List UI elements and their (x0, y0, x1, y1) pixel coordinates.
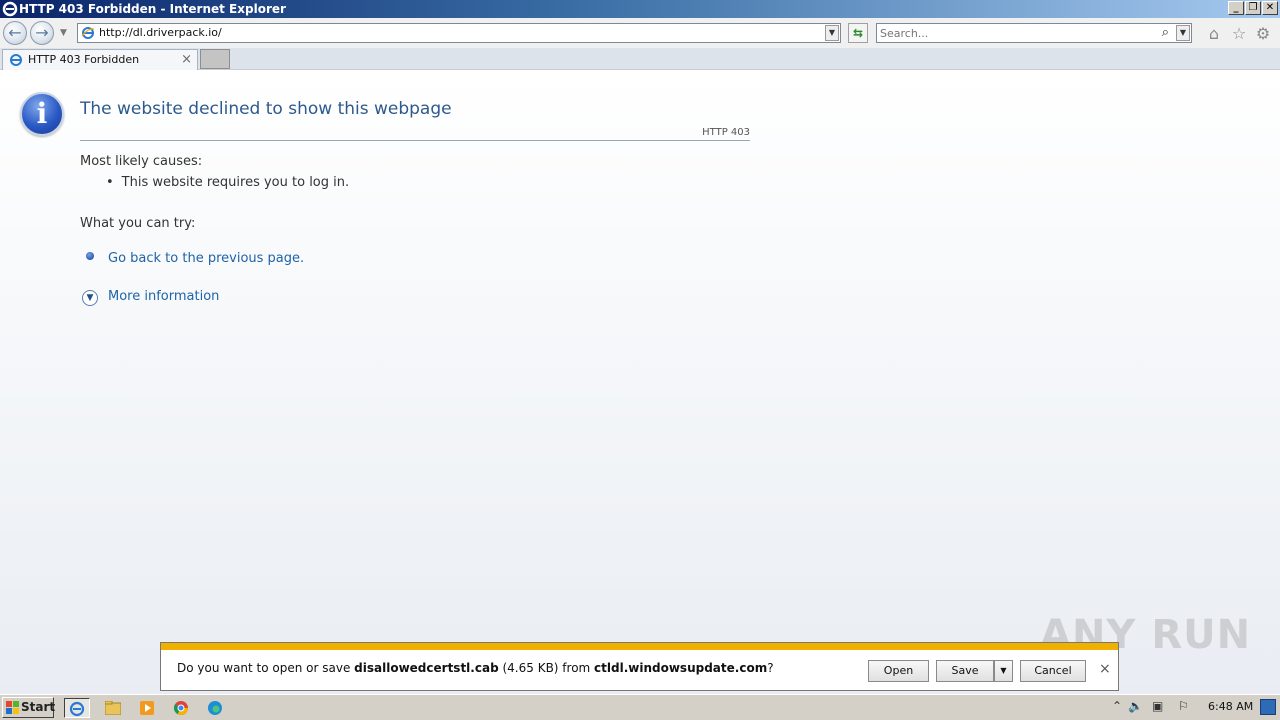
close-window-button[interactable]: ✕ (1262, 1, 1278, 15)
search-box[interactable]: ⌕ ▼ (876, 23, 1192, 43)
favorites-star-icon[interactable]: ☆ (1229, 24, 1249, 44)
navigation-toolbar: ← → ▼ http://dl.driverpack.io/ ▼ ⇆ ⌕ ▼ ⌂… (0, 18, 1280, 48)
start-button[interactable]: Start (2, 697, 56, 718)
ie-tab-icon (10, 54, 22, 66)
cancel-button[interactable]: Cancel (1020, 660, 1086, 682)
close-download-bar-icon[interactable]: × (1099, 661, 1111, 677)
forward-button[interactable]: → (30, 21, 54, 45)
volume-icon[interactable]: 🔈 (1128, 699, 1143, 713)
windows-flag-icon (6, 701, 19, 714)
taskbar-chrome-icon[interactable] (168, 698, 194, 718)
page-content: i The website declined to show this webp… (0, 71, 1280, 694)
network-icon[interactable]: ▣ (1152, 699, 1163, 713)
address-bar[interactable]: http://dl.driverpack.io/ ▼ (77, 23, 841, 43)
info-icon: i (20, 92, 64, 136)
action-center-flag-icon[interactable]: ⚐ (1178, 699, 1189, 713)
start-label: Start (21, 700, 56, 714)
restore-button[interactable]: ❐ (1245, 1, 1261, 15)
download-source: ctldl.windowsupdate.com (594, 661, 768, 675)
expand-chevron-icon[interactable]: ▼ (82, 290, 98, 306)
heading-divider (80, 140, 750, 141)
download-message: Do you want to open or save disallowedce… (177, 661, 774, 675)
causes-label: Most likely causes: (80, 154, 203, 169)
taskbar-media-player-icon[interactable] (134, 698, 160, 718)
bullet-icon: • (106, 175, 114, 190)
tab-close-icon[interactable]: × (181, 50, 192, 70)
try-label: What you can try: (80, 216, 196, 231)
cause-text: This website requires you to log in. (121, 175, 350, 190)
blue-bullet-icon (86, 252, 94, 260)
taskbar: Start ⌃ 🔈 ▣ ⚐ 6:48 AM (0, 694, 1280, 720)
download-prefix: Do you want to open or save (177, 661, 355, 675)
search-dropdown-icon[interactable]: ▼ (1176, 25, 1190, 41)
taskbar-edge-icon[interactable] (202, 698, 228, 718)
taskbar-ie-icon[interactable] (64, 698, 90, 718)
cause-list-item: • This website requires you to log in. (106, 175, 349, 190)
window-title: HTTP 403 Forbidden - Internet Explorer (19, 2, 286, 16)
download-suffix: ? (767, 661, 774, 675)
more-information-link[interactable]: More information (108, 289, 219, 304)
page-heading: The website declined to show this webpag… (80, 99, 452, 119)
ie-page-icon (81, 27, 95, 39)
save-options-dropdown-icon[interactable]: ▼ (994, 660, 1013, 682)
go-back-link[interactable]: Go back to the previous page. (108, 251, 304, 266)
search-input[interactable] (880, 25, 1150, 41)
open-button[interactable]: Open (868, 660, 929, 682)
title-bar: HTTP 403 Forbidden - Internet Explorer _… (0, 0, 1280, 18)
back-button[interactable]: ← (3, 21, 27, 45)
ie-logo-icon (2, 1, 18, 17)
http-status-code: HTTP 403 (702, 127, 750, 138)
home-icon[interactable]: ⌂ (1204, 24, 1224, 44)
search-icon[interactable]: ⌕ (1162, 25, 1169, 40)
url-text[interactable]: http://dl.driverpack.io/ (99, 24, 222, 42)
address-dropdown-icon[interactable]: ▼ (825, 25, 839, 41)
tab-label: HTTP 403 Forbidden (28, 53, 140, 66)
show-hidden-icons-icon[interactable]: ⌃ (1112, 699, 1122, 713)
clock[interactable]: 6:48 AM (1208, 695, 1253, 719)
settings-gear-icon[interactable]: ⚙ (1253, 24, 1273, 44)
new-tab-button[interactable] (200, 49, 230, 69)
show-desktop-icon[interactable] (1260, 699, 1276, 715)
download-bar-stripe (161, 643, 1118, 650)
compatibility-refresh-button[interactable]: ⇆ (848, 23, 868, 43)
taskbar-explorer-folder-icon[interactable] (100, 698, 126, 718)
tab-bar: HTTP 403 Forbidden × (0, 48, 1280, 70)
download-notification-bar: Do you want to open or save disallowedce… (160, 642, 1119, 691)
minimize-button[interactable]: _ (1228, 1, 1244, 15)
download-filename: disallowedcertstl.cab (354, 661, 499, 675)
history-dropdown-icon[interactable]: ▼ (60, 28, 67, 38)
tab-http-403[interactable]: HTTP 403 Forbidden × (2, 49, 198, 70)
download-size: (4.65 KB) from (498, 661, 595, 675)
save-button[interactable]: Save (936, 660, 994, 682)
